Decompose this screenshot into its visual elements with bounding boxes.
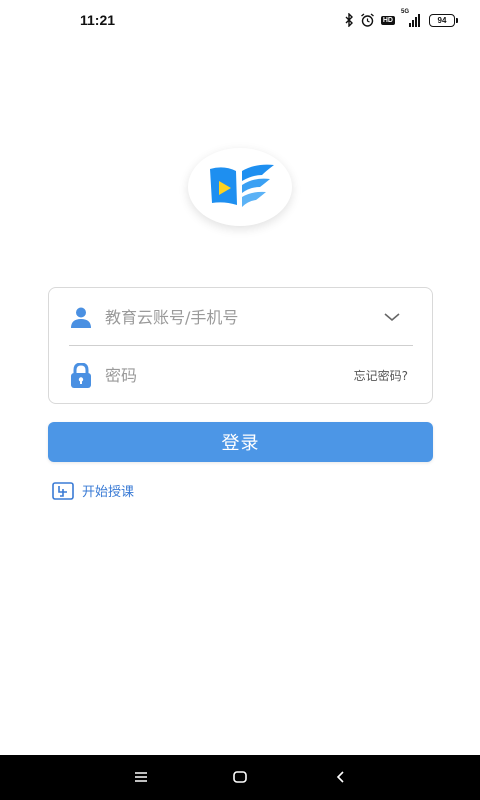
user-icon <box>69 305 93 329</box>
bluetooth-icon <box>345 10 354 30</box>
start-teaching-icon <box>52 481 74 500</box>
home-icon[interactable] <box>229 767 251 787</box>
status-bar: 11:21 HD 5G 94 <box>0 0 480 40</box>
start-teaching-link[interactable]: 开始授课 <box>52 481 134 500</box>
status-time: 11:21 <box>80 12 116 28</box>
signal-5g-icon: 5G <box>401 9 423 30</box>
password-input[interactable] <box>105 361 305 389</box>
chevron-down-icon[interactable] <box>382 308 402 326</box>
app-logo <box>188 148 292 226</box>
status-icons: HD 5G 94 <box>345 9 458 30</box>
password-row: 忘记密码? <box>49 346 432 404</box>
book-play-logo <box>210 164 274 207</box>
login-button[interactable]: 登录 <box>48 422 433 462</box>
start-teaching-label: 开始授课 <box>82 485 135 500</box>
network-label: 5G <box>401 9 410 15</box>
battery-icon: 94 <box>429 10 458 30</box>
menu-icon[interactable] <box>130 767 152 787</box>
hd-icon: HD <box>380 10 395 30</box>
system-nav-bar <box>0 755 480 800</box>
account-row <box>49 288 432 346</box>
battery-level: 94 <box>429 13 455 27</box>
account-input[interactable] <box>105 303 365 331</box>
alarm-icon <box>360 10 375 30</box>
back-icon[interactable] <box>330 767 352 787</box>
hd-label: HD <box>380 15 395 25</box>
login-form: 忘记密码? <box>48 287 433 404</box>
forgot-password-link[interactable]: 忘记密码? <box>354 367 408 384</box>
lock-icon <box>69 362 93 388</box>
